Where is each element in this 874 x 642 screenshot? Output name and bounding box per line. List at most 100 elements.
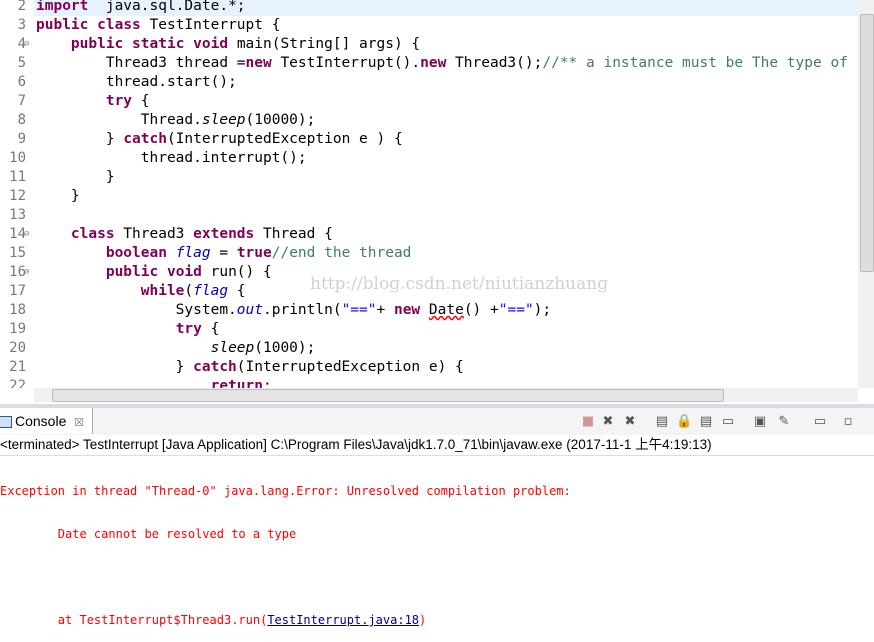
code-token: System. — [36, 302, 237, 318]
code-token: } — [36, 131, 124, 147]
code-token: (InterruptedException e ) { — [166, 131, 403, 147]
code-line: Thread3 thread =new TestInterrupt().new … — [36, 54, 848, 73]
code-line: class Thread3 extends Thread { — [36, 225, 333, 244]
code-line: } catch(InterruptedException e) { — [36, 358, 464, 377]
code-line: while(flag { — [36, 282, 246, 301]
code-token: (10000); — [245, 112, 316, 128]
remove-launch-icon[interactable]: ✖ — [600, 414, 616, 430]
code-token: void — [166, 264, 202, 280]
code-token: new — [393, 302, 421, 318]
code-token: public — [70, 36, 124, 52]
code-token: "==" — [498, 302, 534, 318]
output-link-tail: ) — [419, 613, 427, 627]
code-editor[interactable]: http://blog.csdn.net/niutianzhuang 2 impo… — [0, 0, 858, 388]
line-number: 15 — [9, 245, 26, 261]
open-console-icon[interactable]: ▭ — [812, 414, 828, 430]
line-number: 11 — [9, 169, 26, 185]
code-token: } — [36, 169, 115, 185]
remove-all-icon[interactable]: ✖ — [622, 414, 638, 430]
line-number: 8 — [17, 112, 26, 128]
console-tab-bar: Console ☒ ■ ✖ ✖ ▤ 🔒 ▤ ▭ ▣ ✎ ▭ ▫ — [0, 408, 874, 436]
code-token: Date — [428, 302, 464, 318]
code-token: (InterruptedException e) { — [236, 359, 464, 375]
code-token: return — [210, 378, 263, 388]
line-number: 9 — [17, 131, 26, 147]
line-number: 6 — [17, 74, 26, 90]
horizontal-scroll-thumb[interactable] — [52, 389, 724, 402]
code-line: } — [36, 187, 80, 206]
code-token: true — [236, 245, 272, 261]
code-token: static — [132, 36, 185, 52]
line-number: 22 — [9, 378, 26, 388]
terminate-icon[interactable]: ■ — [580, 414, 596, 430]
fold-icon[interactable]: ⊖ — [24, 229, 29, 239]
code-token: sleep — [210, 340, 255, 356]
code-token: thread.start(); — [36, 74, 237, 90]
word-wrap-icon[interactable]: ▤ — [698, 414, 714, 430]
console-status: <terminated> TestInterrupt [Java Applica… — [0, 435, 874, 456]
minimize-icon[interactable]: ▫ — [840, 414, 856, 430]
code-line: thread.start(); — [36, 73, 237, 92]
code-token: flag — [175, 245, 211, 261]
code-line: public void run() { — [36, 263, 272, 282]
code-token: public — [36, 17, 89, 33]
code-token: //** a instance must be The type of — [542, 55, 848, 71]
line-number: 17 — [9, 283, 26, 299]
code-token: public — [105, 264, 159, 280]
pin-console-icon[interactable]: ▣ — [752, 414, 768, 430]
code-line: System.out.println("=="+ new Date() +"==… — [36, 301, 551, 320]
code-token: class — [70, 226, 115, 242]
code-token: + — [376, 302, 394, 318]
code-line: } catch(InterruptedException e ) { — [36, 130, 403, 149]
code-line: public class TestInterrupt { — [36, 16, 280, 35]
code-token: Thread3(); — [446, 55, 543, 71]
code-token: thread.interrupt(); — [36, 150, 307, 166]
code-token: flag — [193, 283, 229, 299]
line-number: 13 — [9, 207, 26, 223]
console-output[interactable]: Exception in thread "Thread-0" java.lang… — [0, 456, 578, 642]
output-line: at TestInterrupt$Thread3.run(TestInterru… — [0, 613, 578, 628]
code-token: Thread. — [36, 112, 202, 128]
scroll-lock-icon[interactable]: 🔒 — [676, 414, 692, 430]
close-tab-icon[interactable]: ☒ — [74, 417, 84, 429]
line-number: 5 — [17, 55, 26, 71]
fold-icon[interactable]: ⊖ — [24, 267, 29, 277]
vertical-scroll-thumb[interactable] — [860, 14, 874, 272]
watermark: http://blog.csdn.net/niutianzhuang — [310, 274, 609, 294]
line-number: 18 — [9, 302, 26, 318]
code-token: new — [245, 55, 272, 71]
code-line: import java.sql.Date.*; — [36, 0, 246, 16]
console-icon — [0, 416, 12, 429]
tab-console[interactable]: Console ☒ — [0, 408, 93, 434]
code-token: try — [175, 321, 202, 337]
display-console-icon[interactable]: ✎ — [776, 414, 792, 430]
stacktrace-link[interactable]: TestInterrupt.java:18 — [267, 613, 419, 627]
line-number: 4 — [17, 36, 26, 52]
code-token: .println( — [263, 302, 342, 318]
output-at-text: at TestInterrupt$Thread3.run( — [0, 613, 268, 627]
code-token: } — [36, 359, 194, 375]
code-token: (1000); — [254, 340, 316, 356]
show-on-output-icon[interactable]: ▭ — [720, 414, 736, 430]
line-number: 7 — [17, 93, 26, 109]
fold-icon[interactable]: ⊖ — [24, 39, 29, 49]
line-number: 3 — [17, 17, 26, 33]
code-token: { — [228, 283, 246, 299]
line-number: 19 — [9, 321, 26, 337]
code-token: TestInterrupt { — [140, 17, 281, 33]
clear-console-icon[interactable]: ▤ — [654, 414, 670, 430]
